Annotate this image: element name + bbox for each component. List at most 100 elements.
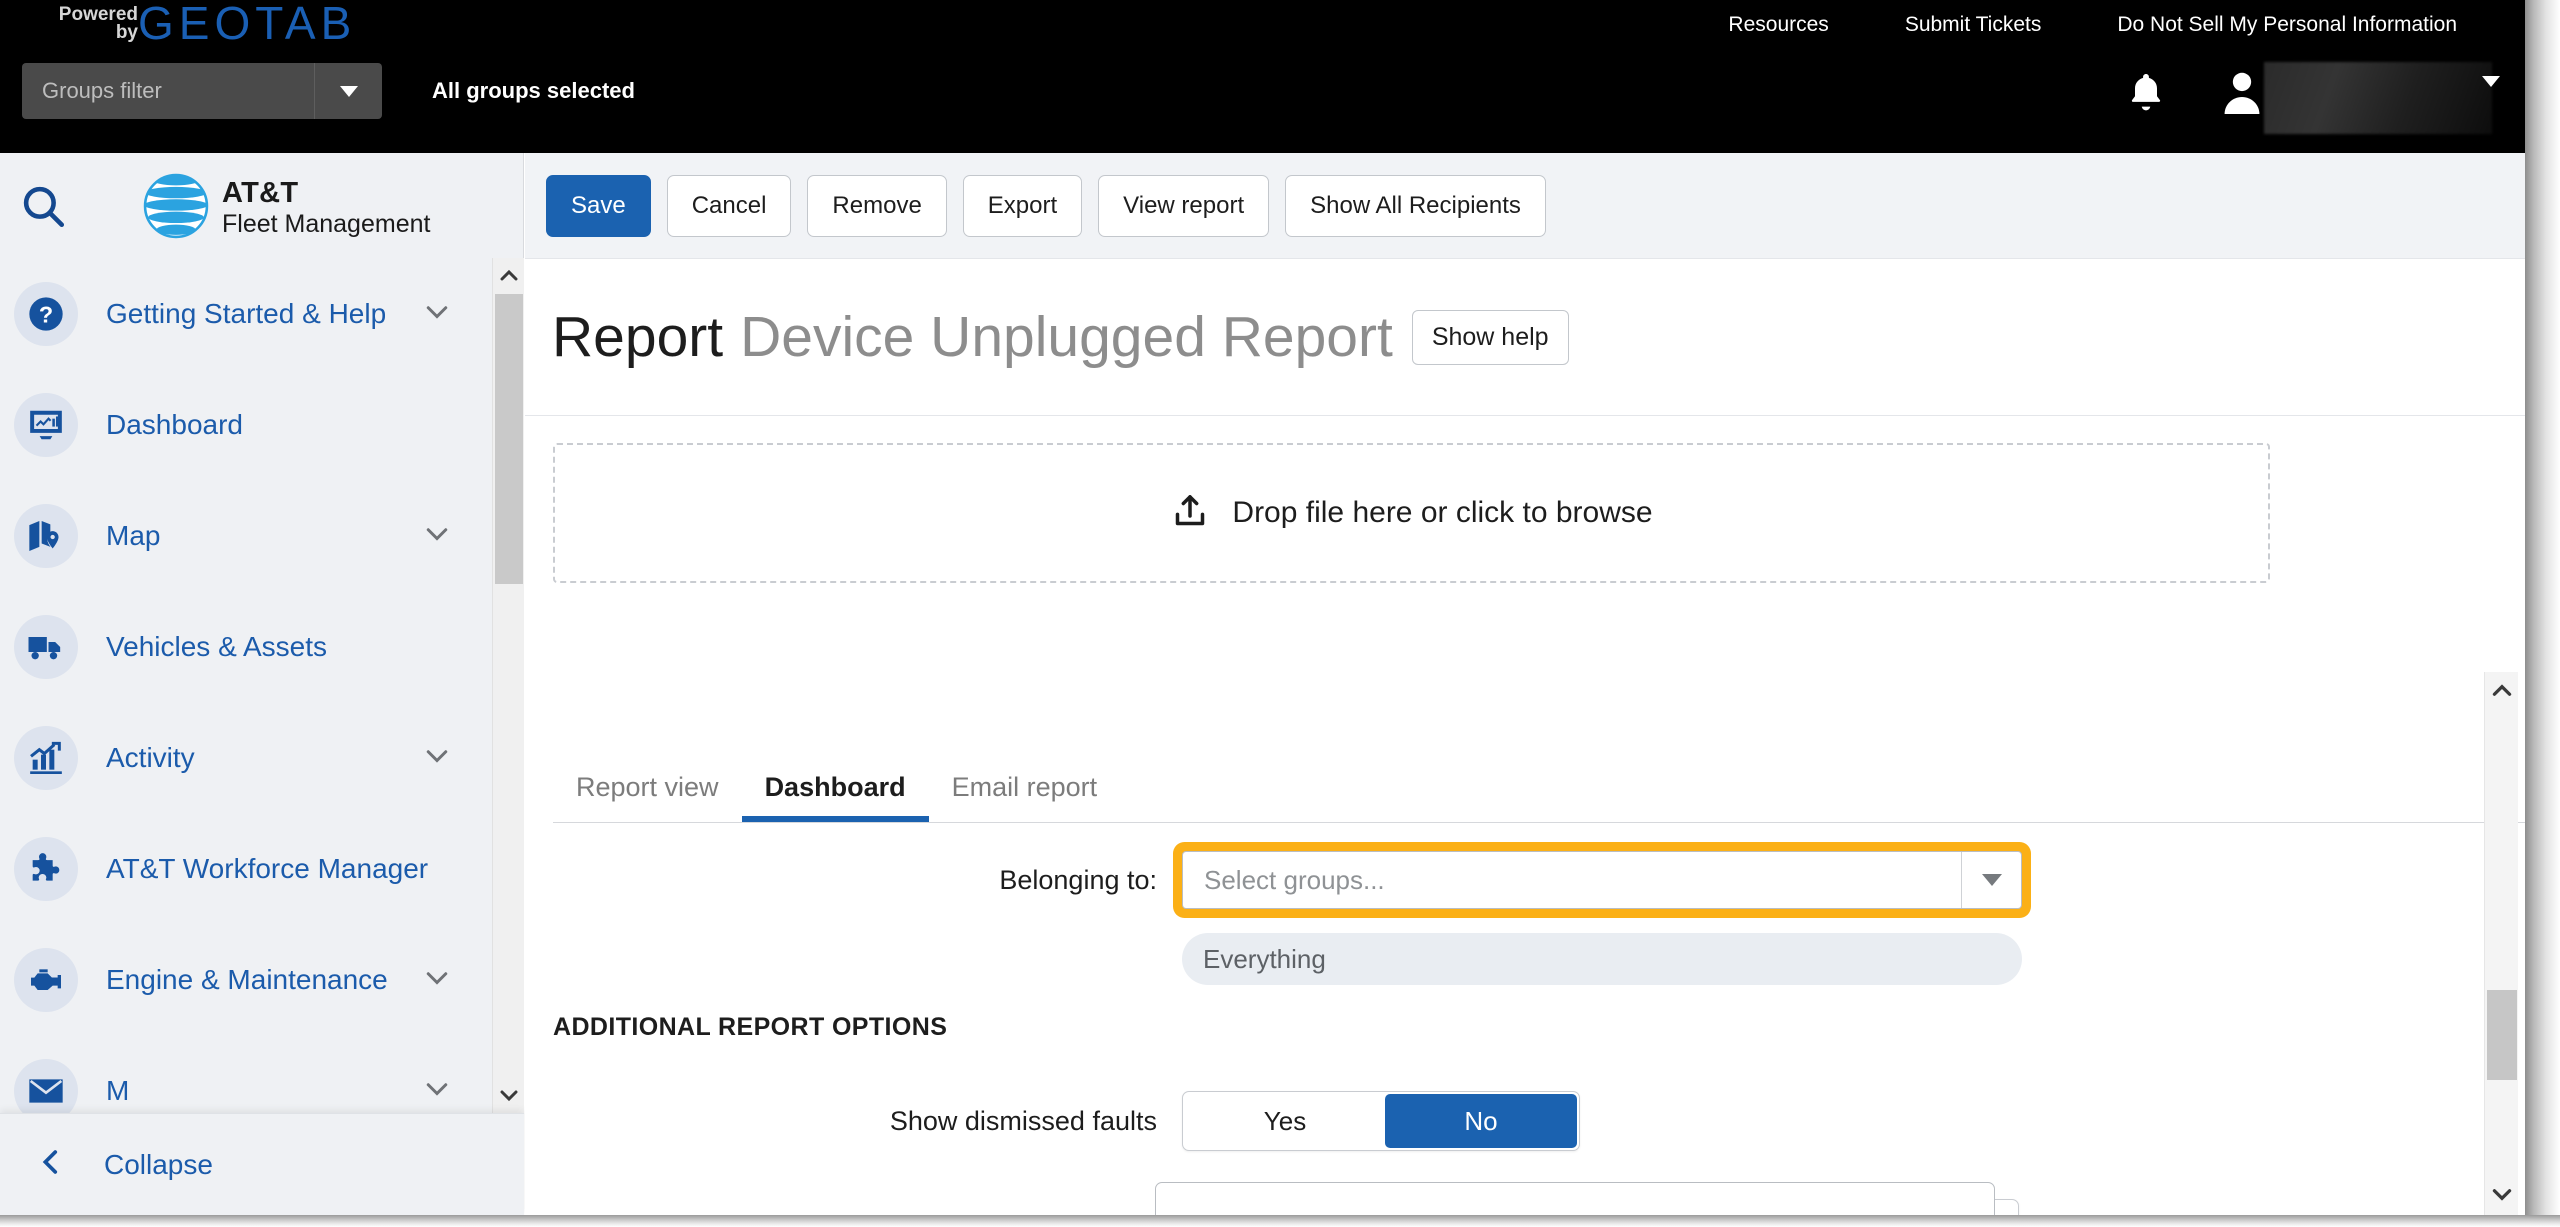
groups-selected-status: All groups selected [432,78,635,103]
sidebar-item-workforce-manager[interactable]: AT&T Workforce Manager [0,813,524,924]
remove-button[interactable]: Remove [807,174,947,237]
main-content: Save Cancel Remove Export View report Sh… [525,153,2525,1215]
sidebar-item-label: Dashboard [106,408,243,440]
chevron-left-icon [34,1145,68,1184]
svg-text:?: ? [39,301,53,327]
show-dismissed-faults-label: Show dismissed faults [889,1105,1157,1136]
sidebar-collapse-button[interactable]: Collapse [0,1113,524,1215]
file-dropzone[interactable]: Drop file here or click to browse [553,443,2270,583]
geotab-logo: GEOTAB [138,0,357,49]
chevron-down-icon [339,85,358,97]
show-dismissed-faults-toggle[interactable]: Yes No [1182,1091,1580,1151]
bell-icon[interactable] [2124,70,2168,114]
belonging-to-label: Belonging to: [999,864,1157,895]
window-right-edge [2525,0,2560,1227]
window-bottom-edge [0,1215,2560,1227]
puzzle-piece-icon [14,836,78,901]
user-menu-caret[interactable] [2482,76,2500,105]
show-help-button[interactable]: Show help [1411,309,1569,365]
header-link-submit-tickets[interactable]: Submit Tickets [1867,13,2080,37]
sidebar-item-map[interactable]: Map [0,480,524,591]
sidebar-item-label: Getting Started & Help [106,297,387,329]
header-links: Resources Submit Tickets Do Not Sell My … [1690,8,2495,42]
sidebar-collapse-label: Collapse [104,1148,213,1180]
powered-by-line2: by [115,22,138,43]
user-avatar-icon[interactable] [2220,68,2264,116]
groups-filter-dropdown[interactable]: Groups filter [22,63,382,119]
show-all-recipients-button[interactable]: Show All Recipients [1285,174,1546,237]
powered-by-label: Powered by [28,5,138,43]
screenshot-root: Powered by GEOTAB Resources Submit Ticke… [0,0,2560,1227]
groups-filter-caret[interactable] [314,63,382,119]
report-tabs: Report view Dashboard Email report [553,753,2525,823]
chevron-down-icon[interactable] [493,1079,525,1111]
page-title-name: Device Unplugged Report [740,305,1393,369]
dashboard-monitor-icon [14,392,78,457]
header-link-resources[interactable]: Resources [1690,13,1866,37]
chevron-down-icon[interactable] [422,296,452,331]
chevron-down-icon[interactable] [422,962,452,997]
chevron-up-icon[interactable] [2485,674,2519,708]
chevron-down-icon[interactable] [2485,1177,2519,1211]
view-report-button[interactable]: View report [1098,174,1270,237]
export-button[interactable]: Export [962,174,1083,237]
sidebar-item-vehicles-assets[interactable]: Vehicles & Assets [0,591,524,702]
sidebar-item-dashboard[interactable]: Dashboard [0,369,524,480]
sidebar-item-activity[interactable]: Activity [0,702,524,813]
dashboard-form: Belonging to: Select groups... Everythin… [525,823,2525,1215]
cancel-button[interactable]: Cancel [666,174,792,237]
toggle-option-yes[interactable]: Yes [1185,1094,1385,1148]
sidebar-scrollbar-thumb[interactable] [495,294,523,584]
map-pin-icon [14,503,78,568]
group-chip-everything[interactable]: Everything [1182,933,2022,985]
sidebar-item-getting-started[interactable]: ? Getting Started & Help [0,258,524,369]
chevron-down-icon[interactable] [422,740,452,775]
sidebar-brand-line2: Fleet Management [222,210,431,238]
upload-icon [1170,491,1210,536]
question-circle-icon: ? [14,281,78,346]
user-name-redacted [2264,62,2492,134]
sidebar-item-label: AT&T Workforce Manager [106,852,429,884]
envelope-icon [14,1058,78,1113]
tab-report-view[interactable]: Report view [553,753,742,822]
browser-page: Powered by GEOTAB Resources Submit Ticke… [0,0,2525,1215]
additional-report-options-heading: ADDITIONAL REPORT OPTIONS [553,1013,948,1041]
chevron-down-icon[interactable] [422,1073,452,1108]
groups-select-placeholder: Select groups... [1204,864,1385,895]
sidebar-scrollbar[interactable] [492,258,524,1113]
next-field-partial[interactable] [1155,1182,1995,1215]
selected-group-row: Everything [1182,933,2022,985]
page-title-prefix: Report [552,305,724,369]
toggle-option-no[interactable]: No [1385,1094,1577,1148]
file-dropzone-label: Drop file here or click to browse [1232,496,1653,529]
header-link-do-not-sell[interactable]: Do Not Sell My Personal Information [2079,13,2495,37]
sidebar-nav: ? Getting Started & Help Dashboard Map V… [0,258,524,1113]
sidebar-item-label: Activity [106,741,195,773]
report-toolbar: Save Cancel Remove Export View report Sh… [525,153,2525,259]
chevron-down-icon [1981,874,2002,886]
form-scrollbar[interactable] [2484,672,2518,1215]
groups-select-caret[interactable] [1961,852,2021,908]
tab-email-report[interactable]: Email report [929,753,1121,822]
chevron-down-icon[interactable] [422,518,452,553]
sidebar-item-label: Engine & Maintenance [106,963,388,995]
sidebar-header: AT&T Fleet Management [0,153,524,258]
groups-select[interactable]: Select groups... [1182,851,2022,909]
page-title-bar: Report Device Unplugged Report Show help [525,259,2525,416]
groups-filter-placeholder: Groups filter [42,78,162,103]
save-button[interactable]: Save [546,174,651,237]
att-globe-logo [143,173,209,239]
sidebar-brand-line1: AT&T [222,177,299,209]
sidebar-item-engine-maintenance[interactable]: Engine & Maintenance [0,924,524,1035]
search-icon[interactable] [18,181,68,231]
sidebar-item-messages[interactable]: M [0,1035,524,1113]
sidebar-item-label: M [106,1074,130,1106]
global-header: Powered by GEOTAB Resources Submit Ticke… [0,0,2525,153]
sidebar-brand: AT&T Fleet Management [222,177,430,239]
tab-dashboard[interactable]: Dashboard [741,753,929,822]
sidebar: AT&T Fleet Management ? Getting Started … [0,153,524,1215]
form-scrollbar-thumb[interactable] [2487,990,2517,1080]
truck-icon [14,614,78,679]
belonging-to-row: Belonging to: Select groups... [525,851,2265,909]
chevron-up-icon[interactable] [493,260,525,292]
